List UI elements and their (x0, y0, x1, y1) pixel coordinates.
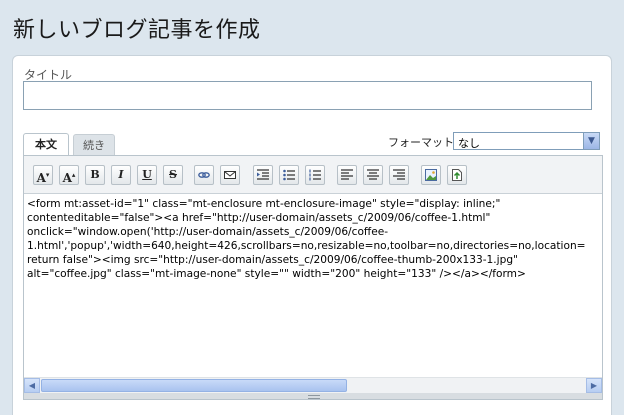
chevron-down-icon[interactable]: ▼ (583, 133, 599, 149)
align-right-button[interactable] (389, 165, 409, 185)
strikethrough-icon: S (169, 168, 177, 181)
insert-file-button[interactable] (447, 165, 467, 185)
strikethrough-button[interactable]: S (163, 165, 183, 185)
tab-extended[interactable]: 続き (73, 134, 115, 155)
indent-icon (257, 169, 269, 180)
editor-resize-handle[interactable] (24, 393, 602, 399)
tab-body[interactable]: 本文 (23, 133, 69, 155)
format-label: フォーマット: (388, 136, 458, 149)
align-left-icon (341, 169, 353, 180)
font-size-larger-icon: A▴ (62, 170, 76, 185)
title-input[interactable] (23, 81, 592, 110)
editor-toolbar: A▾ A▴ B I U S (24, 156, 602, 194)
editor: A▾ A▴ B I U S <form mt:asset-id="1" clas… (23, 155, 603, 400)
insert-link-button[interactable] (194, 165, 214, 185)
italic-button[interactable]: I (111, 165, 131, 185)
link-icon (198, 172, 210, 178)
format-selected-value: なし (458, 137, 480, 150)
insert-email-button[interactable] (220, 165, 240, 185)
editor-line: <form mt:asset-id="1" class="mt-enclosur… (27, 198, 501, 210)
align-center-button[interactable] (363, 165, 383, 185)
align-center-icon (367, 169, 379, 180)
editor-line: return false"><img src="http://user-doma… (27, 254, 518, 266)
indent-button[interactable] (253, 165, 273, 185)
format-select[interactable]: なし ▼ (453, 132, 600, 150)
scrollbar-thumb[interactable] (41, 379, 347, 392)
grip-icon (308, 395, 320, 399)
font-size-smaller-icon: A▾ (36, 170, 50, 185)
bulleted-list-icon (283, 169, 295, 181)
italic-icon: I (118, 168, 124, 181)
insert-image-button[interactable] (421, 165, 441, 185)
bold-button[interactable]: B (85, 165, 105, 185)
editor-line: onclick="window.open('http://user-domain… (27, 226, 389, 238)
editor-line: alt="coffee.jpg" class="mt-image-none" s… (27, 268, 526, 280)
horizontal-scrollbar[interactable]: ◀ ▶ (24, 377, 602, 393)
file-upload-icon (452, 169, 462, 181)
email-icon (224, 171, 236, 179)
editor-textarea[interactable]: <form mt:asset-id="1" class="mt-enclosur… (24, 194, 602, 379)
page-title: 新しいブログ記事を作成 (13, 18, 261, 43)
align-left-button[interactable] (337, 165, 357, 185)
image-icon (425, 169, 437, 181)
align-right-icon (393, 169, 405, 180)
scroll-left-arrow-icon[interactable]: ◀ (24, 378, 40, 393)
font-size-smaller-button[interactable]: A▾ (33, 165, 53, 185)
scroll-right-arrow-icon[interactable]: ▶ (586, 378, 602, 393)
numbered-list-button[interactable] (305, 165, 325, 185)
bulleted-list-button[interactable] (279, 165, 299, 185)
numbered-list-icon (309, 169, 321, 181)
bold-icon: B (90, 168, 100, 181)
underline-icon: U (142, 168, 152, 181)
underline-button[interactable]: U (137, 165, 157, 185)
font-size-larger-button[interactable]: A▴ (59, 165, 79, 185)
editor-line: contenteditable="false"><a href="http://… (27, 212, 491, 224)
editor-line: 1.html','popup','width=640,height=426,sc… (27, 240, 586, 252)
